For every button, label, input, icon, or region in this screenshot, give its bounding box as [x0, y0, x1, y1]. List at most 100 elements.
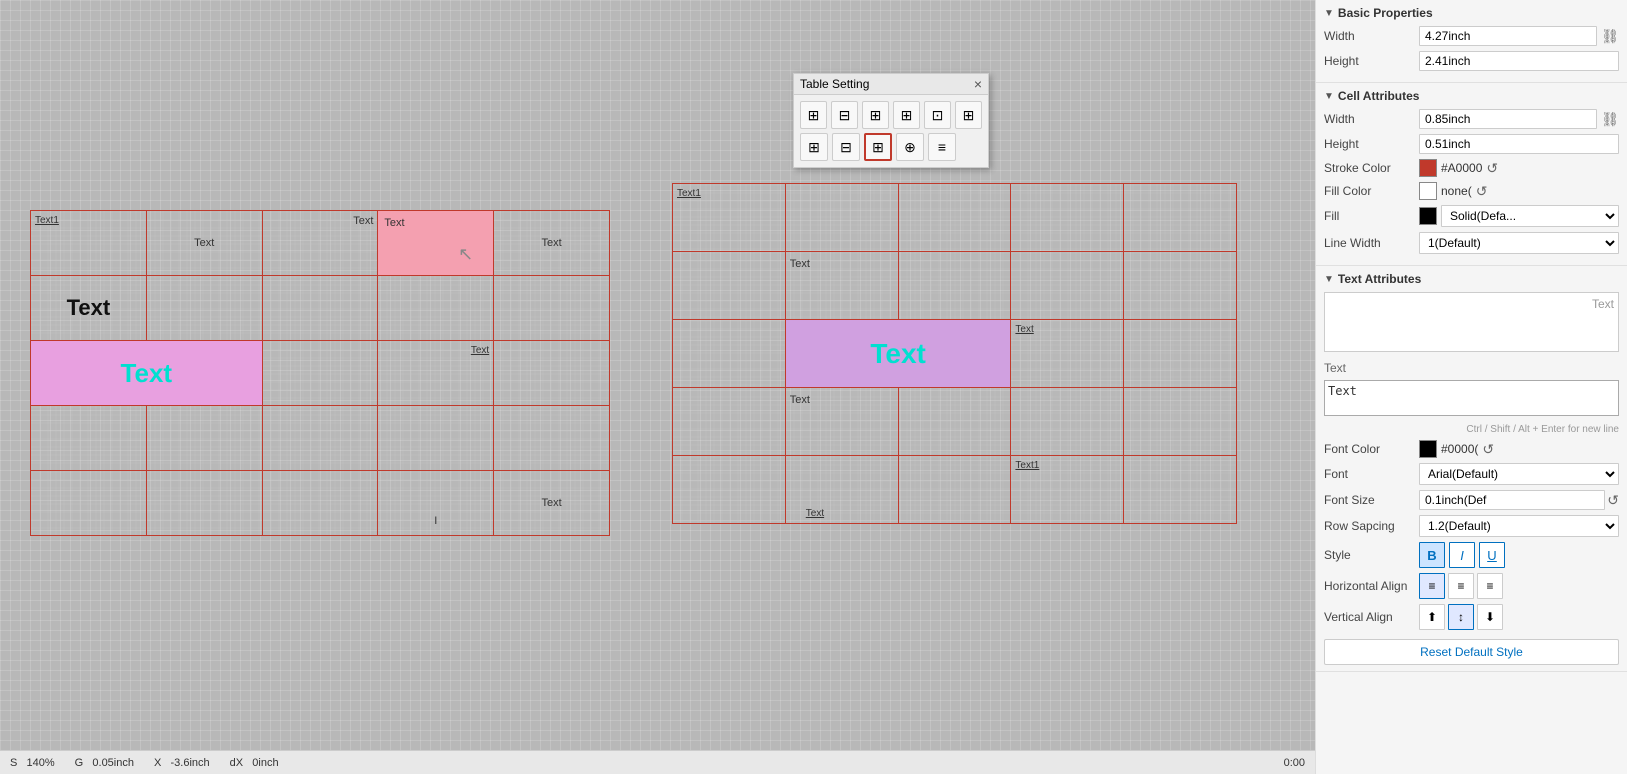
table-cell[interactable] [673, 252, 786, 320]
table-cell[interactable] [262, 276, 378, 341]
table-cell[interactable] [898, 184, 1011, 252]
table-cell[interactable]: Text1 [673, 184, 786, 252]
table-cell[interactable] [898, 456, 1011, 524]
table-cell[interactable] [898, 252, 1011, 320]
table-cell-merged[interactable]: Text [785, 320, 1011, 388]
cell-height-input[interactable] [1419, 134, 1619, 154]
table-icon-8[interactable]: ⊟ [832, 133, 860, 161]
font-size-reset[interactable]: ↺ [1607, 492, 1619, 509]
font-row: Font Arial(Default) [1324, 463, 1619, 485]
height-input[interactable] [1419, 51, 1619, 71]
table-cell[interactable]: Text [785, 252, 898, 320]
table-icon-7[interactable]: ⊞ [800, 133, 828, 161]
stroke-color-reset[interactable]: ↺ [1486, 160, 1498, 177]
table-cell[interactable] [673, 320, 786, 388]
table-cell[interactable] [146, 276, 262, 341]
table-cell[interactable]: Text [262, 211, 378, 276]
table-cell[interactable] [378, 276, 494, 341]
fill-select[interactable]: Solid(Defa... [1441, 205, 1619, 227]
table-icon-2[interactable]: ⊟ [831, 101, 858, 129]
table-icon-9[interactable]: ⊞ [864, 133, 892, 161]
width-input[interactable] [1419, 26, 1597, 46]
table-cell[interactable] [146, 471, 262, 536]
table-icon-6[interactable]: ⊞ [955, 101, 982, 129]
table-cell[interactable] [673, 456, 786, 524]
line-width-select[interactable]: 1(Default) [1419, 232, 1619, 254]
table-icon-3[interactable]: ⊞ [862, 101, 889, 129]
table-cell[interactable]: Text [494, 211, 610, 276]
table-cell-highlighted[interactable]: Text ↖ [378, 211, 494, 276]
table-icon-5[interactable]: ⊡ [924, 101, 951, 129]
table-icon-4[interactable]: ⊞ [893, 101, 920, 129]
table-cell[interactable] [378, 406, 494, 471]
fill-swatch[interactable] [1419, 207, 1437, 225]
table-icon-10[interactable]: ⊕ [896, 133, 924, 161]
table-icon-1[interactable]: ⊞ [800, 101, 827, 129]
table-cell[interactable]: Text [31, 276, 147, 341]
table-cell[interactable] [494, 276, 610, 341]
table-cell[interactable] [262, 341, 378, 406]
table-cell[interactable]: Text [378, 341, 494, 406]
table-cell[interactable] [146, 406, 262, 471]
table-cell[interactable] [31, 471, 147, 536]
font-size-input[interactable] [1419, 490, 1605, 510]
link-icon[interactable]: ⛓ [1601, 28, 1619, 45]
text-input[interactable]: Text [1324, 380, 1619, 416]
table-cell[interactable] [1011, 184, 1124, 252]
left-table[interactable]: Text1 Text Text Text ↖ Text [30, 210, 610, 536]
stroke-color-swatch[interactable] [1419, 159, 1437, 177]
fill-color-reset[interactable]: ↺ [1476, 183, 1488, 200]
table-cell[interactable]: Text [785, 388, 898, 456]
table-icon-11[interactable]: ≡ [928, 133, 956, 161]
table-cell-merged[interactable]: Text [31, 341, 263, 406]
valign-middle-button[interactable]: ↕ [1448, 604, 1474, 630]
align-right-button[interactable]: ≡ [1477, 573, 1503, 599]
table-cell[interactable] [494, 406, 610, 471]
font-color-swatch[interactable] [1419, 440, 1437, 458]
table-cell[interactable] [1124, 320, 1237, 388]
table-cell[interactable]: Text1 [1011, 456, 1124, 524]
table-cell[interactable] [1124, 252, 1237, 320]
align-left-button[interactable]: ≡ [1419, 573, 1445, 599]
bold-button[interactable]: B [1419, 542, 1445, 568]
cell-text-cyan: Text [786, 320, 1011, 387]
right-table[interactable]: Text1 Text [672, 183, 1237, 524]
font-color-reset[interactable]: ↺ [1482, 441, 1494, 458]
collapse-icon[interactable]: ▼ [1324, 8, 1334, 19]
table-cell[interactable]: Text [785, 456, 898, 524]
table-cell[interactable]: I [378, 471, 494, 536]
reset-default-style-button[interactable]: Reset Default Style [1324, 639, 1619, 665]
table-cell[interactable] [898, 388, 1011, 456]
table-cell[interactable] [494, 341, 610, 406]
table-cell[interactable]: Text [494, 471, 610, 536]
table-cell[interactable]: Text1 [31, 211, 147, 276]
table-cell[interactable] [262, 471, 378, 536]
font-select[interactable]: Arial(Default) [1419, 463, 1619, 485]
table-cell[interactable]: Text [1011, 320, 1124, 388]
valign-top-button[interactable]: ⬆ [1419, 604, 1445, 630]
row-spacing-select[interactable]: 1.2(Default) [1419, 515, 1619, 537]
align-center-button[interactable]: ≡ [1448, 573, 1474, 599]
table-cell[interactable] [673, 388, 786, 456]
table-cell[interactable] [1011, 252, 1124, 320]
table-cell[interactable] [1124, 184, 1237, 252]
table-cell[interactable] [31, 406, 147, 471]
collapse-icon-text[interactable]: ▼ [1324, 274, 1334, 285]
table-cell[interactable] [785, 184, 898, 252]
table-cell[interactable] [1124, 456, 1237, 524]
italic-button[interactable]: I [1449, 542, 1475, 568]
link-icon-cell[interactable]: ⛓ [1601, 111, 1619, 128]
table-cell[interactable]: Text [146, 211, 262, 276]
table-row: Text Text [673, 320, 1237, 388]
table-cell[interactable] [262, 406, 378, 471]
table-cell[interactable] [1011, 388, 1124, 456]
table-cell[interactable] [1124, 388, 1237, 456]
collapse-icon-cell[interactable]: ▼ [1324, 91, 1334, 102]
underline-button[interactable]: U [1479, 542, 1505, 568]
cell-text-bold: Text [31, 276, 146, 340]
dialog-close-button[interactable]: × [974, 77, 982, 91]
valign-bottom-button[interactable]: ⬇ [1477, 604, 1503, 630]
fill-color-swatch[interactable] [1419, 182, 1437, 200]
font-color-label: Font Color [1324, 442, 1419, 456]
cell-width-input[interactable] [1419, 109, 1597, 129]
